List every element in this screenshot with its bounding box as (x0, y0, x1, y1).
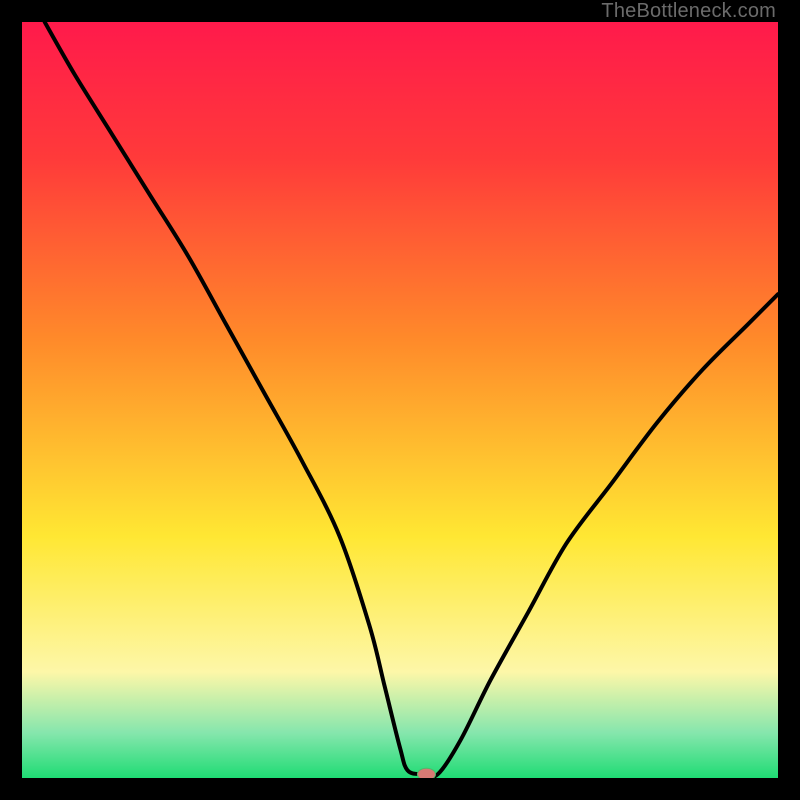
gradient-background (22, 22, 778, 778)
chart-frame (22, 22, 778, 778)
bottleneck-chart (22, 22, 778, 778)
watermark-text: TheBottleneck.com (601, 0, 776, 23)
optimum-marker (417, 768, 435, 778)
